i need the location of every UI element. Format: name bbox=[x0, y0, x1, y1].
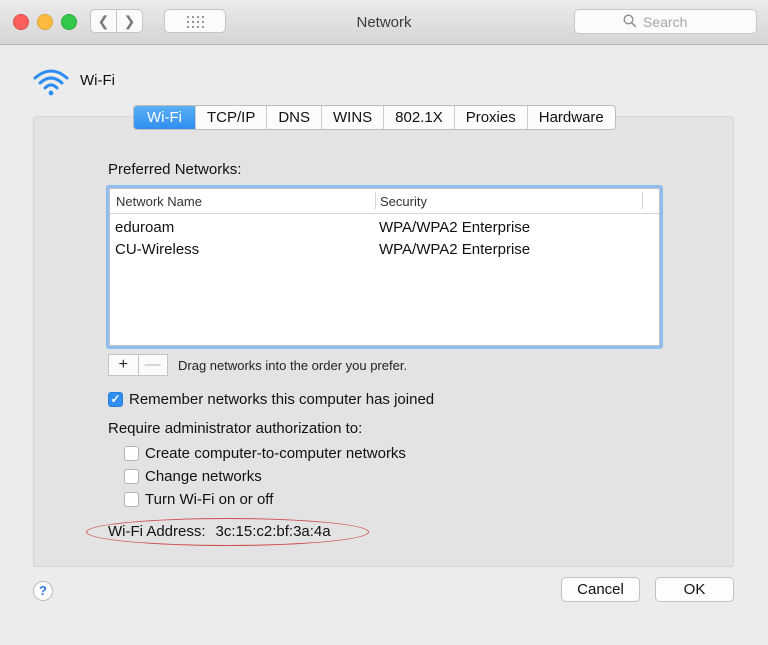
network-window: ❮ ❯ Network Search Wi-Fi Wi-Fi TCP/IP DN… bbox=[0, 0, 768, 645]
interface-name: Wi-Fi bbox=[80, 72, 115, 89]
tab-8021x[interactable]: 802.1X bbox=[383, 106, 454, 129]
table-row[interactable]: eduroam WPA/WPA2 Enterprise bbox=[110, 216, 659, 238]
search-input[interactable]: Search bbox=[574, 9, 757, 34]
search-icon bbox=[623, 14, 637, 28]
network-name-cell: CU-Wireless bbox=[115, 241, 200, 258]
toggle-wifi-label[interactable]: Turn Wi-Fi on or off bbox=[145, 491, 273, 508]
create-networks-label[interactable]: Create computer-to-computer networks bbox=[145, 445, 406, 462]
remove-network-button[interactable]: — bbox=[139, 355, 168, 375]
column-header-security[interactable]: Security bbox=[380, 194, 427, 209]
help-button[interactable]: ? bbox=[33, 581, 53, 601]
remember-networks-label[interactable]: Remember networks this computer has join… bbox=[129, 391, 434, 408]
security-cell: WPA/WPA2 Enterprise bbox=[379, 241, 531, 258]
wifi-icon bbox=[33, 69, 69, 96]
table-header: Network Name Security bbox=[110, 189, 659, 214]
security-cell: WPA/WPA2 Enterprise bbox=[379, 219, 531, 236]
tab-wifi[interactable]: Wi-Fi bbox=[134, 106, 195, 129]
change-networks-checkbox[interactable] bbox=[124, 469, 139, 484]
create-networks-checkbox[interactable] bbox=[124, 446, 139, 461]
title-bar: ❮ ❯ Network Search bbox=[0, 0, 768, 45]
preferred-networks-label: Preferred Networks: bbox=[108, 161, 242, 178]
toggle-wifi-checkbox[interactable] bbox=[124, 492, 139, 507]
tab-proxies[interactable]: Proxies bbox=[453, 106, 527, 129]
network-name-cell: eduroam bbox=[115, 219, 175, 236]
checkmark-icon: ✓ bbox=[110, 392, 121, 406]
tab-tcpip[interactable]: TCP/IP bbox=[194, 106, 266, 129]
tab-hardware[interactable]: Hardware bbox=[526, 106, 615, 129]
add-remove-control: + — bbox=[108, 354, 168, 376]
column-header-network-name[interactable]: Network Name bbox=[116, 194, 202, 209]
ok-button[interactable]: OK bbox=[655, 577, 734, 602]
tab-dns[interactable]: DNS bbox=[266, 106, 321, 129]
drag-hint-text: Drag networks into the order you prefer. bbox=[178, 358, 408, 373]
search-placeholder: Search bbox=[643, 14, 688, 30]
remember-networks-checkbox[interactable]: ✓ bbox=[108, 392, 123, 407]
table-row[interactable]: CU-Wireless WPA/WPA2 Enterprise bbox=[110, 238, 659, 260]
tab-bar: Wi-Fi TCP/IP DNS WINS 802.1X Proxies Har… bbox=[133, 105, 616, 130]
add-network-button[interactable]: + bbox=[109, 355, 139, 375]
change-networks-label[interactable]: Change networks bbox=[145, 468, 262, 485]
tab-wins[interactable]: WINS bbox=[321, 106, 383, 129]
column-divider bbox=[642, 192, 643, 209]
require-admin-label: Require administrator authorization to: bbox=[108, 420, 363, 437]
cancel-button[interactable]: Cancel bbox=[561, 577, 640, 602]
column-divider bbox=[375, 192, 376, 209]
annotation-ellipse bbox=[86, 518, 369, 546]
preferred-networks-table[interactable]: Network Name Security eduroam WPA/WPA2 E… bbox=[106, 185, 663, 349]
